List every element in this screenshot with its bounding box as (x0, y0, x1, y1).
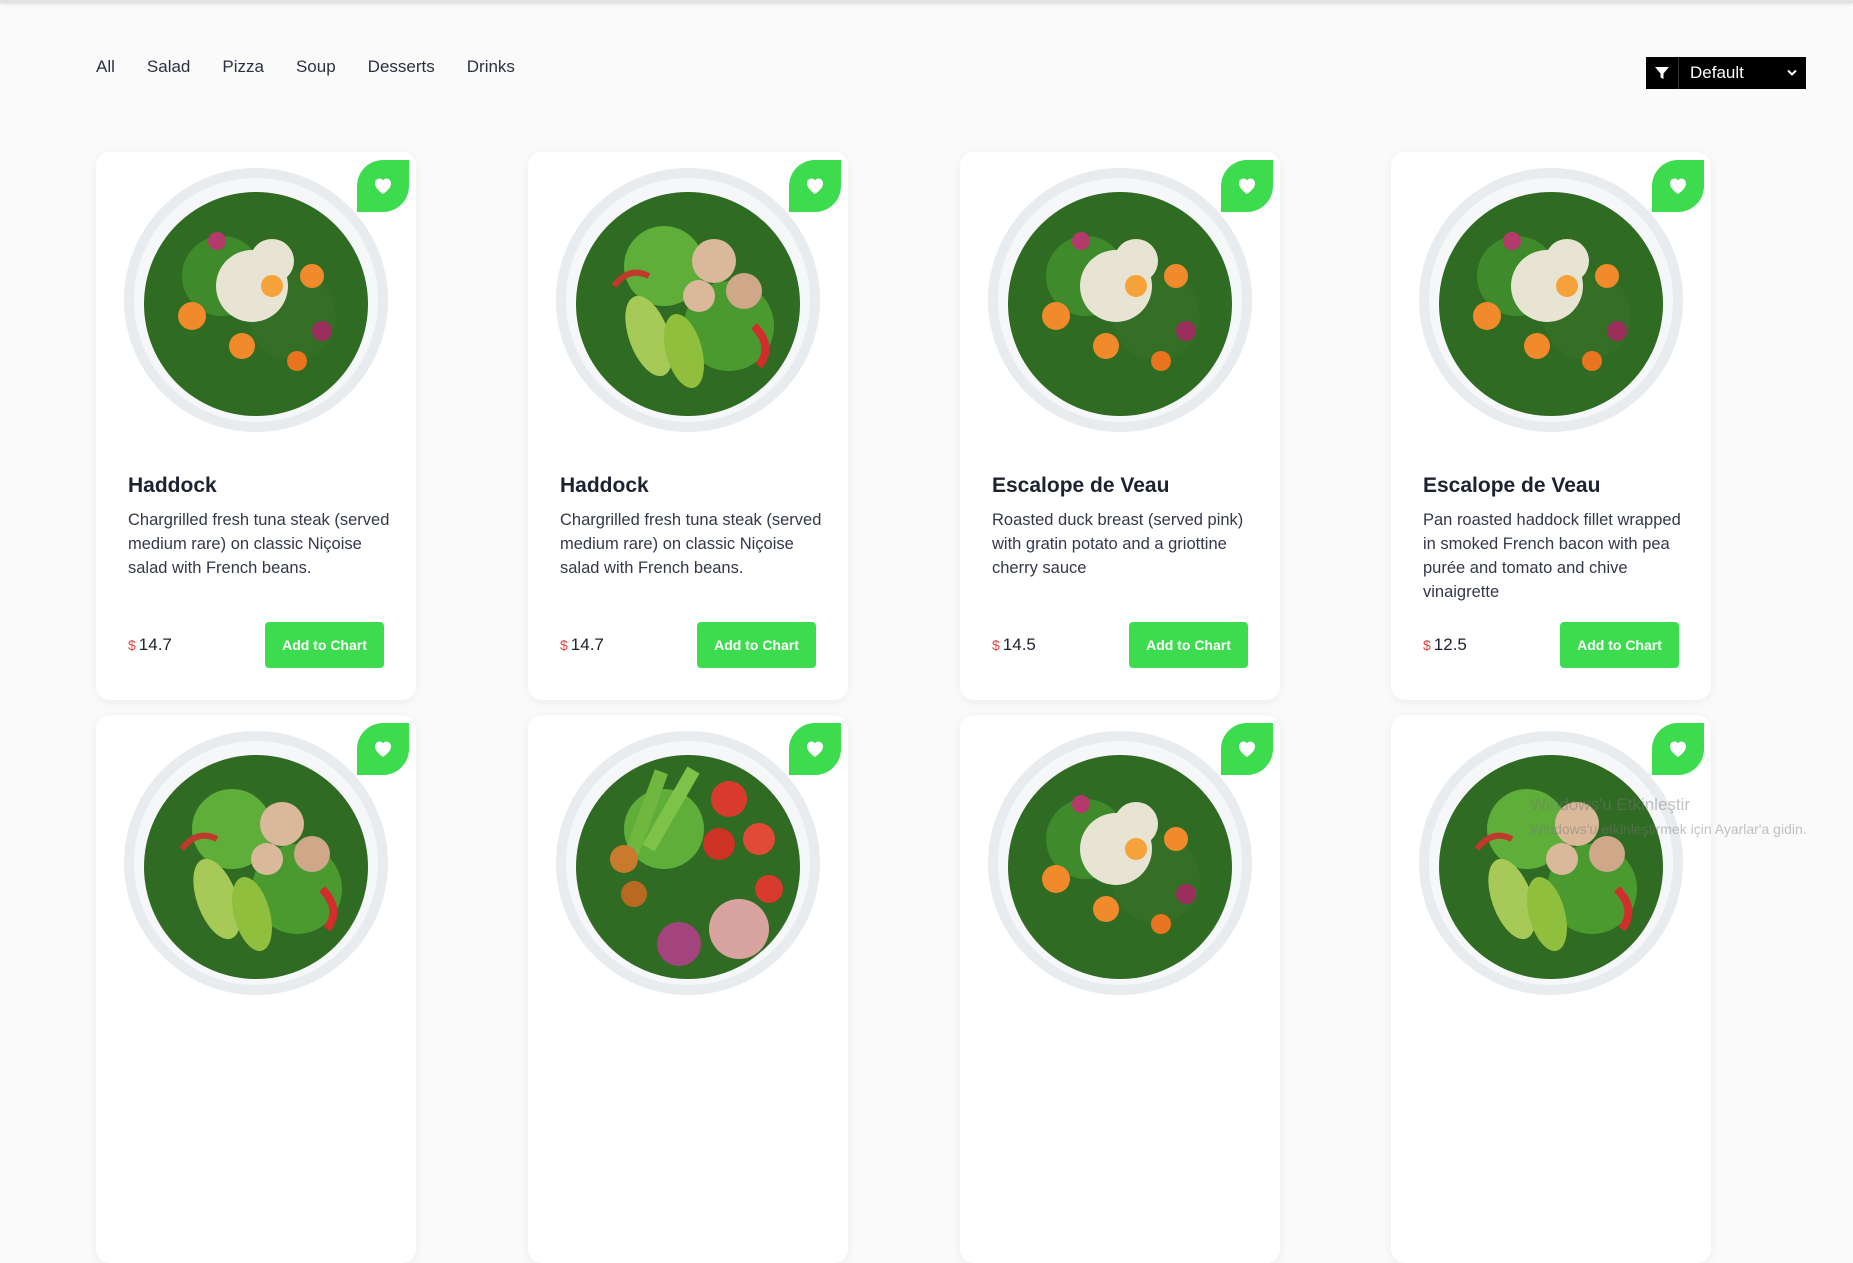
heart-icon (1668, 740, 1688, 758)
product-price: $14.7 (560, 635, 604, 655)
tab-drinks[interactable]: Drinks (467, 56, 515, 78)
product-image (122, 729, 390, 997)
currency-symbol: $ (128, 637, 136, 653)
product-description: Chargrilled fresh tuna steak (served med… (128, 511, 390, 577)
heart-icon (1668, 177, 1688, 195)
product-name: Escalope de Veau (1423, 474, 1601, 497)
product-name: Haddock (128, 474, 217, 497)
add-to-cart-button[interactable]: Add to Chart (265, 622, 384, 668)
tab-pizza[interactable]: Pizza (222, 56, 264, 78)
price-value: 14.5 (1002, 635, 1036, 654)
tab-salad[interactable]: Salad (147, 56, 190, 78)
product-card: Haddock Chargrilled fresh tuna steak (ser… (528, 152, 848, 700)
tab-all[interactable]: All (96, 56, 115, 78)
currency-symbol: $ (1423, 637, 1431, 653)
product-card: Haddock Chargrilled fresh tuna steak (ser… (96, 152, 416, 700)
add-to-cart-button[interactable]: Add to Chart (1129, 622, 1248, 668)
product-description: Chargrilled fresh tuna steak (served med… (560, 511, 822, 577)
product-card (960, 715, 1280, 1263)
favorite-button[interactable] (1652, 723, 1704, 775)
heart-icon (805, 740, 825, 758)
heart-icon (1237, 177, 1257, 195)
favorite-button[interactable] (789, 160, 841, 212)
chevron-down-icon (1787, 69, 1797, 77)
product-description: Roasted duck breast (served pink) with g… (992, 511, 1244, 577)
sort-value: Default (1690, 63, 1744, 82)
price-value: 14.7 (138, 635, 172, 654)
favorite-button[interactable] (789, 723, 841, 775)
product-image (554, 166, 822, 434)
product-image (1417, 166, 1685, 434)
currency-symbol: $ (560, 637, 568, 653)
sort-select[interactable]: Default (1646, 57, 1806, 89)
product-image (986, 729, 1254, 997)
favorite-button[interactable] (1652, 160, 1704, 212)
product-card (96, 715, 416, 1263)
favorite-button[interactable] (1221, 723, 1273, 775)
product-image (122, 166, 390, 434)
price-value: 14.7 (570, 635, 604, 654)
favorite-button[interactable] (357, 160, 409, 212)
heart-icon (373, 740, 393, 758)
product-price: $14.5 (992, 635, 1036, 655)
product-description: Pan roasted haddock fillet wrapped in sm… (1423, 511, 1681, 601)
favorite-button[interactable] (357, 723, 409, 775)
top-divider (0, 0, 1853, 3)
watermark-title: Windows'u Etkinleştir (1530, 795, 1691, 814)
product-price: $12.5 (1423, 635, 1467, 655)
product-card: Escalope de Veau Roasted duck breast (ser… (960, 152, 1280, 700)
tab-desserts[interactable]: Desserts (368, 56, 435, 78)
product-image (986, 166, 1254, 434)
price-value: 12.5 (1433, 635, 1467, 654)
heart-icon (373, 177, 393, 195)
add-to-cart-button[interactable]: Add to Chart (1560, 622, 1679, 668)
category-tabs: All Salad Pizza Soup Desserts Drinks (96, 56, 547, 78)
product-card (528, 715, 848, 1263)
filter-icon (1646, 57, 1679, 89)
heart-icon (805, 177, 825, 195)
product-name: Escalope de Veau (992, 474, 1170, 497)
favorite-button[interactable] (1221, 160, 1273, 212)
watermark-subtitle: Windows'u etkinleştirmek için Ayarlar'a … (1530, 821, 1807, 837)
add-to-cart-button[interactable]: Add to Chart (697, 622, 816, 668)
heart-icon (1237, 740, 1257, 758)
currency-symbol: $ (992, 637, 1000, 653)
product-card: Escalope de Veau Pan roasted haddock fill… (1391, 152, 1711, 700)
product-name: Haddock (560, 474, 649, 497)
windows-activation-watermark: Windows'u Etkinleştir Windows'u etkinleş… (1530, 793, 1807, 841)
product-image (1417, 729, 1685, 997)
product-price: $14.7 (128, 635, 172, 655)
product-image (554, 729, 822, 997)
tab-soup[interactable]: Soup (296, 56, 336, 78)
